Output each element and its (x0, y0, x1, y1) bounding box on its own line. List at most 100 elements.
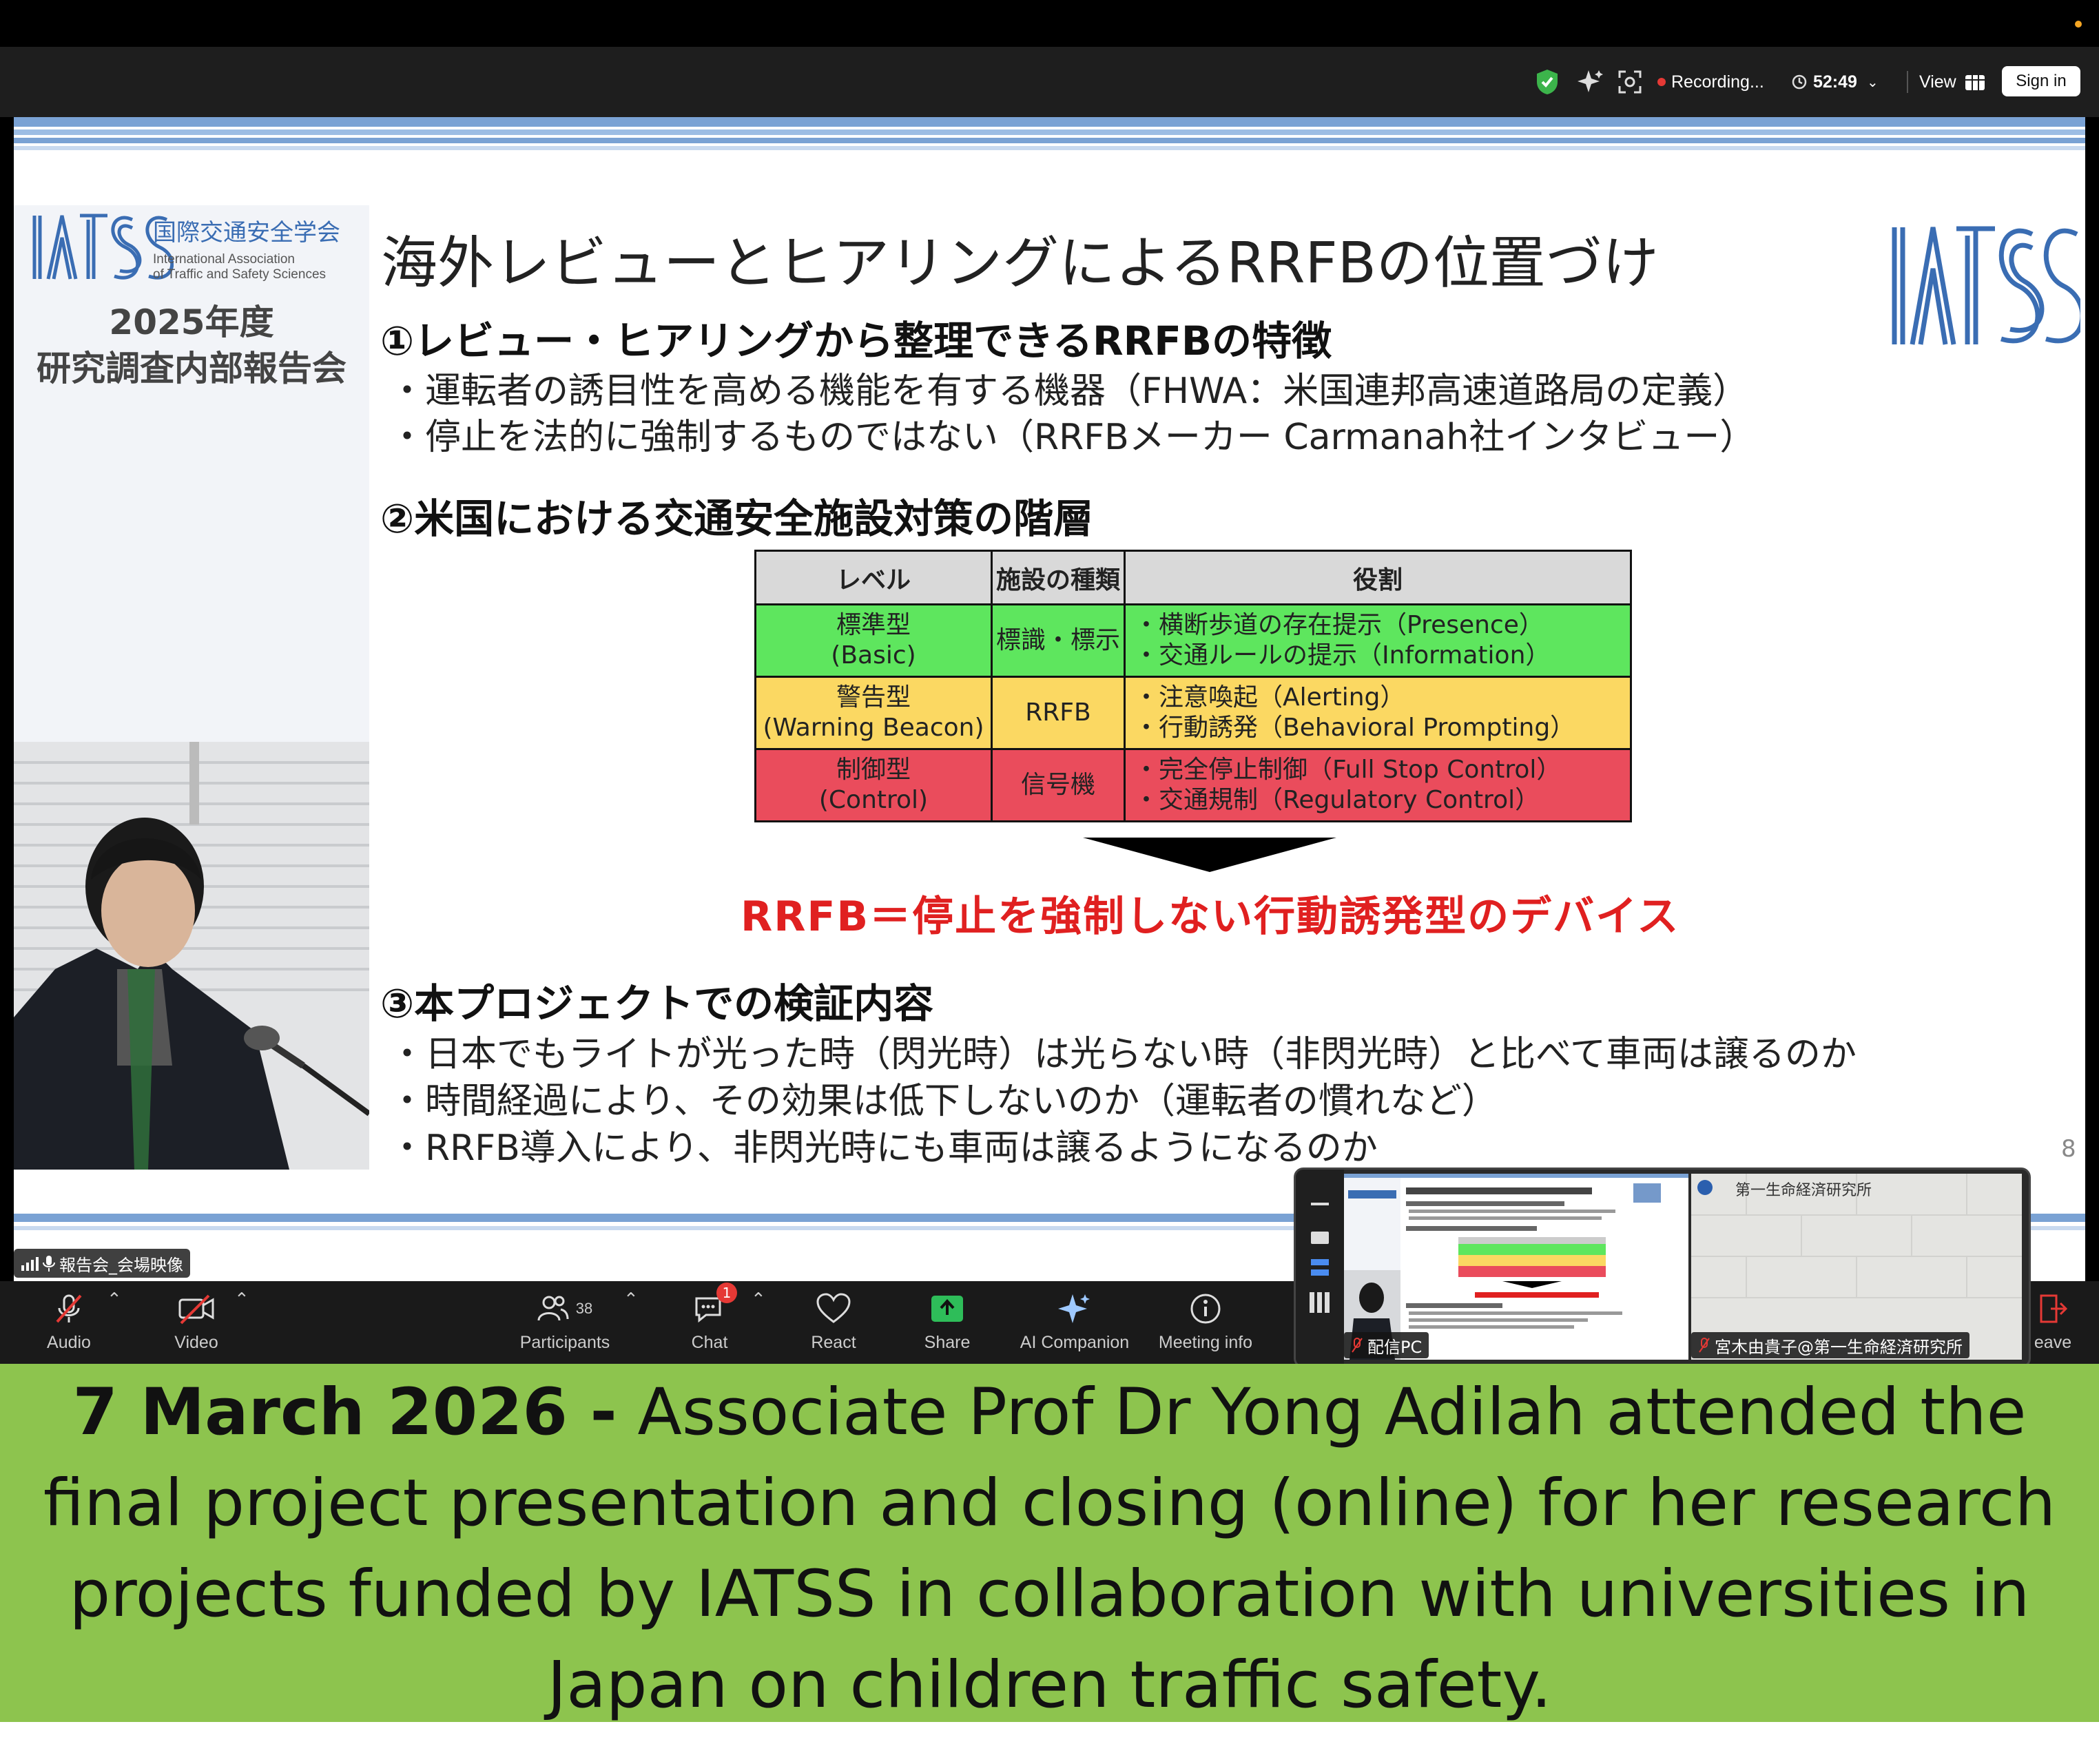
sign-in-button[interactable]: Sign in (2002, 66, 2080, 96)
chat-label: Chat (691, 1332, 728, 1352)
view-button[interactable]: View (1919, 47, 1985, 117)
table-header-row: レベル 施設の種類 役割 (754, 550, 1632, 605)
page-number: 8 (2061, 1135, 2076, 1163)
type-cell: 信号機 (991, 748, 1126, 822)
timer-value: 52:49 (1813, 72, 1857, 92)
table-header: 役割 (1124, 550, 1632, 605)
info-icon (1190, 1294, 1221, 1323)
mic-muted-icon (1352, 1338, 1363, 1353)
table-row: 警告型 (Warning Beacon) RRFB ・注意喚起（Alerting）… (754, 676, 1632, 750)
pip-toolbar (1296, 1170, 1344, 1366)
participants-count: 38 (575, 1299, 593, 1317)
section1-bullet: ・停止を法的に強制するものではない（RRFBメーカー Carmanah社インタビ… (389, 417, 1756, 458)
pip-right-name-tag: 宮木由貴子@第一生命経済研究所 (1691, 1332, 1969, 1358)
role-cell: ・完全停止制御（Full Stop Control） ・交通規制（Regulato… (1124, 748, 1632, 822)
level-cell: 制御型 (Control) (754, 748, 993, 822)
slide-stripe (14, 138, 2085, 143)
slide-stripe (14, 129, 2085, 135)
org-name-en: of Traffic and Safety Sciences (153, 267, 327, 282)
meeting-timer[interactable]: 52:49 ⌄ (1791, 47, 1879, 117)
report-label: 研究調査内部報告会 (37, 349, 347, 388)
recording-indicator[interactable]: Recording... (1657, 47, 1764, 117)
section3-heading: ③本プロジェクトでの検証内容 (380, 980, 934, 1027)
security-shield-icon[interactable] (1535, 47, 1560, 117)
pip-right-label: 宮木由貴子@第一生命経済研究所 (1715, 1337, 1963, 1357)
caption-text: 7 March 2026 - Associate Prof Dr Yong Ad… (28, 1367, 2071, 1731)
pip-org-name: 第一生命経済研究所 (1735, 1182, 1872, 1199)
section1-heading: ①レビュー・ヒアリングから整理できるRRFBの特徴 (380, 318, 1332, 364)
ai-sparkle-icon[interactable] (1578, 47, 1604, 117)
caption-date: 7 March 2026 - (72, 1375, 617, 1450)
conclusion-text: RRFB＝停止を強制しない行動誘発型のデバイス (741, 893, 1680, 941)
pip-slide-thumbnail: 配信PC (1344, 1174, 1688, 1360)
thumbnail-view-icon[interactable] (1311, 1232, 1329, 1244)
video-off-icon (178, 1294, 214, 1324)
video-label: Video (174, 1332, 218, 1352)
participants-label: Participants (519, 1332, 610, 1352)
share-screen-icon (931, 1295, 963, 1322)
mic-muted-icon (56, 1294, 82, 1322)
grid-view-icon (1965, 75, 1985, 90)
slide-title: 海外レビューとヒアリングによるRRFBの位置づけ (381, 231, 1659, 296)
iatss-logo-left (32, 214, 174, 280)
section3-bullet: ・日本でもライトが光った時（閃光時）は光らない時（非閃光時）と比べて車両は譲るの… (389, 1034, 1857, 1075)
hierarchy-table: レベル 施設の種類 役割 標準型 (Basic) 標識・標示 ・横断歩道の存在提示… (754, 550, 1632, 822)
mic-muted-icon (1699, 1338, 1710, 1353)
level-name-en: (Basic) (831, 641, 916, 670)
down-arrow-icon (1083, 838, 1336, 872)
table-header: レベル (754, 550, 993, 605)
iatss-logo-right (1892, 226, 2080, 345)
level-name-en: (Warning Beacon) (763, 714, 984, 742)
video-button[interactable]: Video (165, 1281, 227, 1364)
recording-label: Recording... (1671, 72, 1764, 92)
ai-companion-label: AI Companion (1020, 1332, 1130, 1352)
speaker-video[interactable] (14, 742, 369, 1170)
audio-button[interactable]: Audio (38, 1281, 100, 1364)
slide-stripe (14, 146, 2085, 150)
video-options-caret-icon[interactable]: ⌃ (234, 1289, 249, 1310)
audio-label: Audio (47, 1332, 91, 1352)
role-line: ・行動誘発（Behavioral Prompting） (1134, 714, 1575, 742)
ai-companion-button[interactable]: AI Companion (1016, 1281, 1133, 1364)
speaker-view-icon[interactable] (1311, 1259, 1329, 1276)
share-button[interactable]: Share (920, 1281, 975, 1364)
recording-dot-icon (1657, 78, 1666, 86)
level-name: 標準型 (836, 611, 911, 639)
react-button[interactable]: React (806, 1281, 861, 1364)
role-line: ・横断歩道の存在提示（Presence） (1134, 611, 1544, 639)
speaker-photo (14, 742, 369, 1170)
participants-icon (537, 1296, 569, 1320)
pip-left-label: 配信PC (1367, 1337, 1423, 1357)
gallery-view-icon[interactable] (1310, 1292, 1330, 1313)
participants-button[interactable]: 38 Participants (513, 1281, 617, 1364)
role-line: ・交通規制（Regulatory Control） (1134, 786, 1540, 814)
chat-badge: 1 (716, 1283, 737, 1303)
leave-label: eave (2034, 1332, 2072, 1352)
header-divider (1907, 71, 1908, 93)
react-label: React (811, 1332, 856, 1352)
role-cell: ・注意喚起（Alerting） ・行動誘発（Behavioral Promptin… (1124, 676, 1632, 750)
meeting-info-button[interactable]: Meeting info (1150, 1281, 1261, 1364)
type-cell: RRFB (991, 676, 1126, 750)
level-name: 警告型 (836, 683, 911, 712)
table-row: 制御型 (Control) 信号機 ・完全停止制御（Full Stop Contr… (754, 748, 1632, 822)
heart-icon (816, 1292, 851, 1323)
section3-bullet: ・RRFB導入により、非閃光時にも車両は譲るようになるのか (389, 1128, 1378, 1169)
focus-icon[interactable] (1617, 47, 1642, 117)
level-name: 制御型 (836, 756, 911, 784)
bottom-margin (0, 1722, 2099, 1764)
mic-indicator-dot (2075, 21, 2082, 28)
clock-icon (1792, 74, 1807, 90)
participants-options-caret-icon[interactable]: ⌃ (623, 1289, 639, 1310)
audio-options-caret-icon[interactable]: ⌃ (107, 1289, 122, 1310)
chat-options-caret-icon[interactable]: ⌃ (751, 1289, 766, 1310)
table-header: 施設の種類 (991, 550, 1126, 605)
chevron-down-icon: ⌄ (1866, 74, 1879, 90)
org-name-en: International Association (153, 252, 295, 267)
level-name-en: (Control) (818, 786, 929, 814)
minimize-icon[interactable] (1311, 1203, 1329, 1205)
table-row: 標準型 (Basic) 標識・標示 ・横断歩道の存在提示（Presence） ・交通… (754, 603, 1632, 678)
floating-video-panel[interactable]: 配信PC 第一生命経済研究所 宮木由貴子@第一生命経済研究所 (1294, 1168, 2031, 1368)
video-name-label: 報告会_会場映像 (59, 1255, 183, 1275)
leave-button[interactable]: eave (2025, 1281, 2080, 1364)
